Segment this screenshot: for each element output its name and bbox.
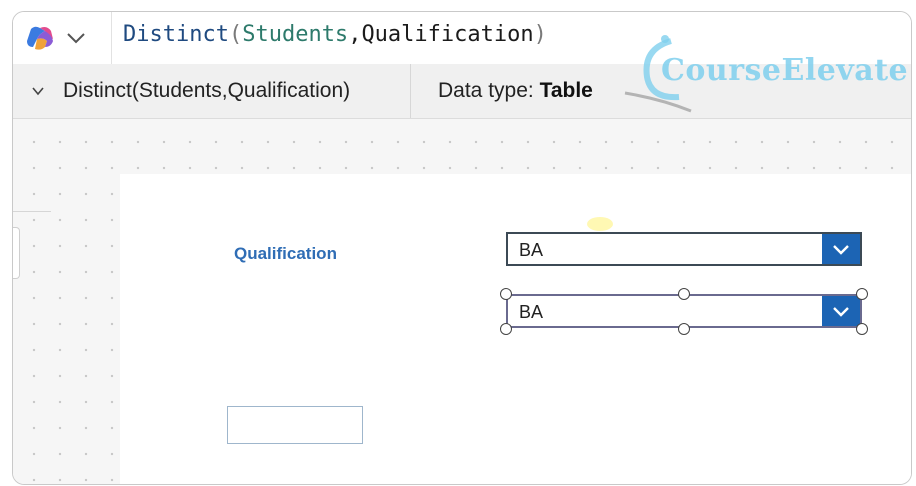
dropdown-value: BA (519, 240, 544, 260)
datatype-value: Table (539, 79, 593, 102)
formula-input[interactable]: Distinct(Students,Qualification) (123, 22, 547, 47)
courseelevate-logo: CourseElevate (621, 27, 909, 117)
divider (410, 64, 411, 118)
formula-token-paren-open: ( (228, 22, 243, 47)
app-screen: Qualification BA BA (120, 174, 911, 484)
datatype-label: Data type: (438, 79, 540, 102)
chevron-down-icon[interactable] (65, 28, 87, 48)
copilot-icon[interactable] (25, 25, 55, 51)
chevron-down-icon[interactable] (31, 84, 45, 98)
qualification-dropdown-1[interactable]: BA (506, 232, 862, 266)
resize-handle-bottom-left[interactable] (500, 323, 512, 335)
resize-handle-bottom-right[interactable] (856, 323, 868, 335)
app-window: Distinct(Students,Qualification) Distinc… (12, 11, 912, 485)
result-expression[interactable]: Distinct(Students,Qualification) (63, 79, 350, 103)
formula-token-comma: , (348, 22, 362, 47)
divider (111, 12, 112, 64)
text-input[interactable] (227, 406, 363, 444)
formula-token-func: Distinct (123, 22, 229, 47)
panel-collapse-handle[interactable] (13, 227, 20, 279)
qualification-label: Qualification (234, 244, 337, 263)
divider (13, 211, 51, 212)
chevron-down-icon[interactable] (822, 296, 860, 326)
formula-token-paren-close: ) (533, 22, 547, 47)
chevron-down-icon[interactable] (822, 234, 860, 264)
formula-token-table: Students (242, 22, 349, 47)
resize-handle-top-right[interactable] (856, 288, 868, 300)
logo-text: CourseElevate (661, 53, 909, 88)
formula-token-column: Qualification (361, 22, 534, 47)
datatype-info: Data type: Table (438, 79, 593, 103)
cursor-highlight (587, 217, 613, 231)
dropdown-value: BA (519, 302, 544, 322)
resize-handle-top[interactable] (678, 288, 690, 300)
design-canvas: Qualification BA BA (13, 119, 911, 484)
resize-handle-top-left[interactable] (500, 288, 512, 300)
resize-handle-bottom[interactable] (678, 323, 690, 335)
